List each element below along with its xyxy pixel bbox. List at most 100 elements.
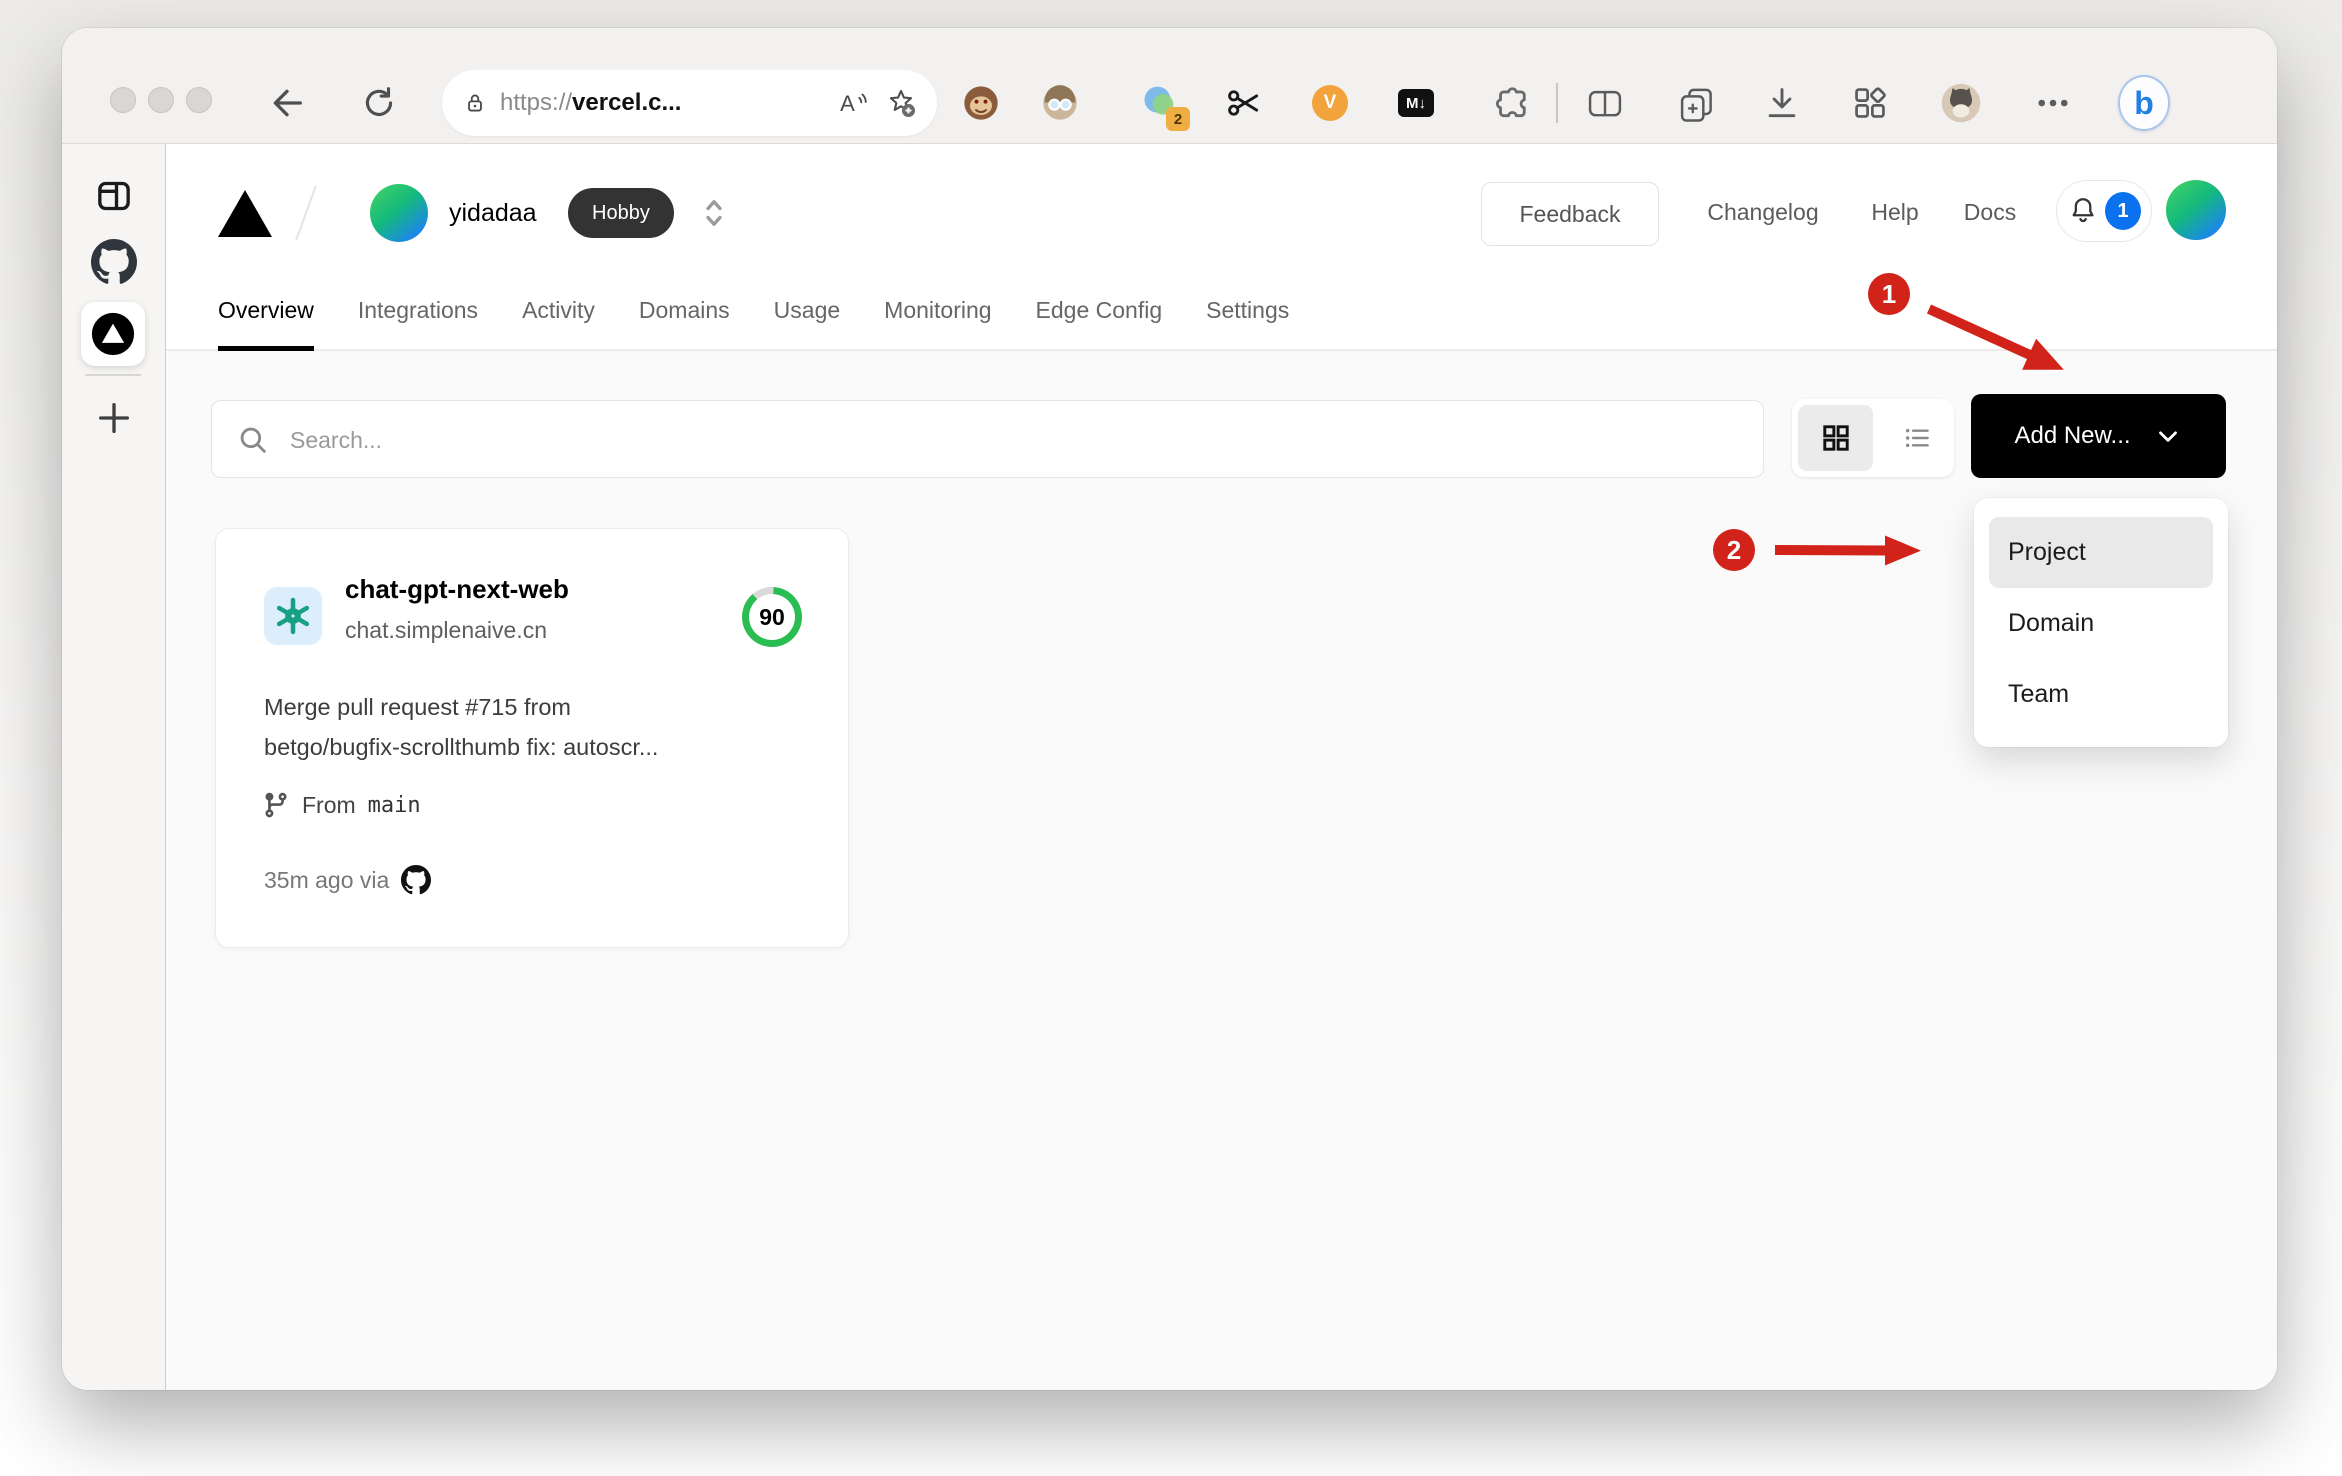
search-input[interactable] — [288, 401, 1692, 479]
vercel-favicon — [91, 312, 135, 356]
browser-window: https://vercel.c... A 2 V M↓ b yidadaa H… — [62, 28, 2277, 1390]
sidebar-panel-icon — [97, 181, 130, 211]
toggle-sidebar-button[interactable] — [62, 176, 165, 216]
traffic-light-minimize-button[interactable] — [148, 87, 174, 113]
git-branch-icon — [265, 792, 287, 818]
help-link[interactable]: Help — [1871, 199, 1918, 226]
read-aloud-icon[interactable]: A — [839, 89, 869, 117]
desktop-background: https://vercel.c... A 2 V M↓ b yidadaa H… — [0, 0, 2342, 1476]
add-new-dropdown: Project Domain Team — [1974, 498, 2228, 747]
translator-extension-icon[interactable]: 2 — [1138, 81, 1190, 131]
vercel-logo[interactable] — [218, 190, 272, 237]
v-extension-icon[interactable]: V — [1308, 81, 1352, 125]
vercel-triangle-icon — [218, 190, 272, 237]
clipper-extension-icon[interactable] — [1222, 81, 1266, 125]
toolbar-divider — [1556, 83, 1558, 123]
team-switcher-button[interactable] — [696, 191, 732, 240]
dropdown-item-project[interactable]: Project — [1989, 517, 2213, 588]
tab-usage[interactable]: Usage — [774, 272, 840, 349]
apps-grid-icon — [1855, 87, 1886, 118]
back-button[interactable] — [265, 81, 309, 125]
openai-icon — [276, 597, 310, 635]
url-scheme: https:// — [500, 89, 573, 116]
lock-icon — [468, 94, 482, 112]
split-screen-button[interactable] — [1583, 81, 1627, 125]
tab-activity[interactable]: Activity — [522, 272, 595, 349]
project-card[interactable]: chat-gpt-next-web chat.simplenaive.cn 90… — [215, 528, 849, 948]
changelog-link[interactable]: Changelog — [1707, 199, 1818, 226]
plus-icon — [98, 403, 129, 433]
tab-vercel-active[interactable] — [81, 302, 145, 366]
plan-badge: Hobby — [568, 188, 674, 238]
avatar-extension-icon[interactable] — [1038, 81, 1082, 125]
tab-monitoring[interactable]: Monitoring — [884, 272, 991, 349]
monkey-icon — [964, 86, 998, 120]
url-host: vercel.c... — [572, 89, 682, 116]
settings-more-button[interactable] — [2031, 81, 2075, 125]
tab-github[interactable] — [62, 239, 165, 285]
feedback-button[interactable]: Feedback — [1481, 182, 1659, 246]
profile-avatar-button[interactable] — [1939, 81, 1983, 125]
new-tab-button[interactable] — [62, 398, 165, 438]
grid-view-icon — [1822, 425, 1849, 451]
score-gauge: 90 — [742, 587, 802, 647]
markdown-download-extension-icon[interactable]: M↓ — [1394, 81, 1438, 125]
tab-integrations[interactable]: Integrations — [358, 272, 478, 349]
refresh-icon — [365, 87, 393, 116]
list-view-button[interactable] — [1879, 405, 1954, 471]
browser-page: yidadaa Hobby Feedback Changelog Help Do… — [62, 144, 2277, 1390]
vercel-dashboard: yidadaa Hobby Feedback Changelog Help Do… — [166, 144, 2277, 1390]
commit-line-2: betgo/bugfix-scrollthumb fix: autoscr... — [264, 734, 659, 760]
url-text[interactable]: https://vercel.c... — [500, 89, 839, 117]
svg-text:A: A — [840, 91, 855, 116]
download-icon — [1768, 88, 1796, 118]
score-value: 90 — [759, 603, 785, 630]
commit-line-1: Merge pull request #715 from — [264, 694, 571, 720]
bing-chat-button[interactable]: b — [2118, 75, 2170, 131]
vertical-tabs-strip — [62, 144, 166, 1390]
collections-button[interactable] — [1674, 81, 1718, 125]
refresh-button[interactable] — [357, 81, 401, 125]
tab-overview[interactable]: Overview — [218, 272, 314, 351]
project-domain[interactable]: chat.simplenaive.cn — [345, 617, 547, 644]
notification-count-badge: 1 — [2105, 192, 2141, 230]
traffic-light-zoom-button[interactable] — [186, 87, 212, 113]
strip-divider — [85, 374, 141, 376]
search-icon — [240, 427, 266, 453]
breadcrumb-slash — [295, 185, 317, 241]
tab-edge-config[interactable]: Edge Config — [1036, 272, 1163, 349]
browser-toolbar: https://vercel.c... A 2 V M↓ b — [62, 28, 2277, 144]
browser-essentials-button[interactable] — [1848, 81, 1892, 125]
team-avatar[interactable] — [370, 184, 428, 242]
add-new-label: Add New... — [2014, 422, 2131, 449]
dropdown-item-team[interactable]: Team — [1989, 659, 2213, 730]
search-box — [211, 400, 1764, 479]
team-name[interactable]: yidadaa — [449, 199, 537, 228]
person-glasses-icon — [1043, 85, 1077, 120]
downloads-button[interactable] — [1760, 81, 1804, 125]
user-avatar[interactable] — [2166, 180, 2226, 240]
github-icon — [90, 239, 137, 284]
tab-settings[interactable]: Settings — [1206, 272, 1289, 349]
address-bar[interactable]: https://vercel.c... A — [442, 70, 937, 136]
bell-icon — [2072, 198, 2094, 223]
annotation-step-1: 1 — [1868, 273, 1910, 315]
dropdown-item-domain[interactable]: Domain — [1989, 588, 2213, 659]
project-name[interactable]: chat-gpt-next-web — [345, 574, 569, 605]
branch-name: main — [367, 792, 421, 818]
collections-add-icon — [1680, 88, 1712, 122]
add-favorite-star-icon[interactable] — [885, 87, 917, 119]
tab-domains[interactable]: Domains — [639, 272, 730, 349]
extensions-puzzle-button[interactable] — [1488, 81, 1532, 125]
list-view-icon — [1905, 428, 1929, 448]
chevron-up-down-icon — [706, 200, 722, 226]
bing-icon: b — [2118, 75, 2170, 131]
deploy-meta: 35m ago via — [264, 866, 390, 893]
tampermonkey-extension-icon[interactable] — [959, 81, 1003, 125]
grid-view-button[interactable] — [1798, 405, 1873, 471]
traffic-light-close-button[interactable] — [110, 87, 136, 113]
markdown-icon: M↓ — [1398, 89, 1434, 117]
notifications-button[interactable]: 1 — [2056, 180, 2152, 242]
translator-badge: 2 — [1166, 107, 1190, 131]
docs-link[interactable]: Docs — [1964, 199, 2016, 226]
